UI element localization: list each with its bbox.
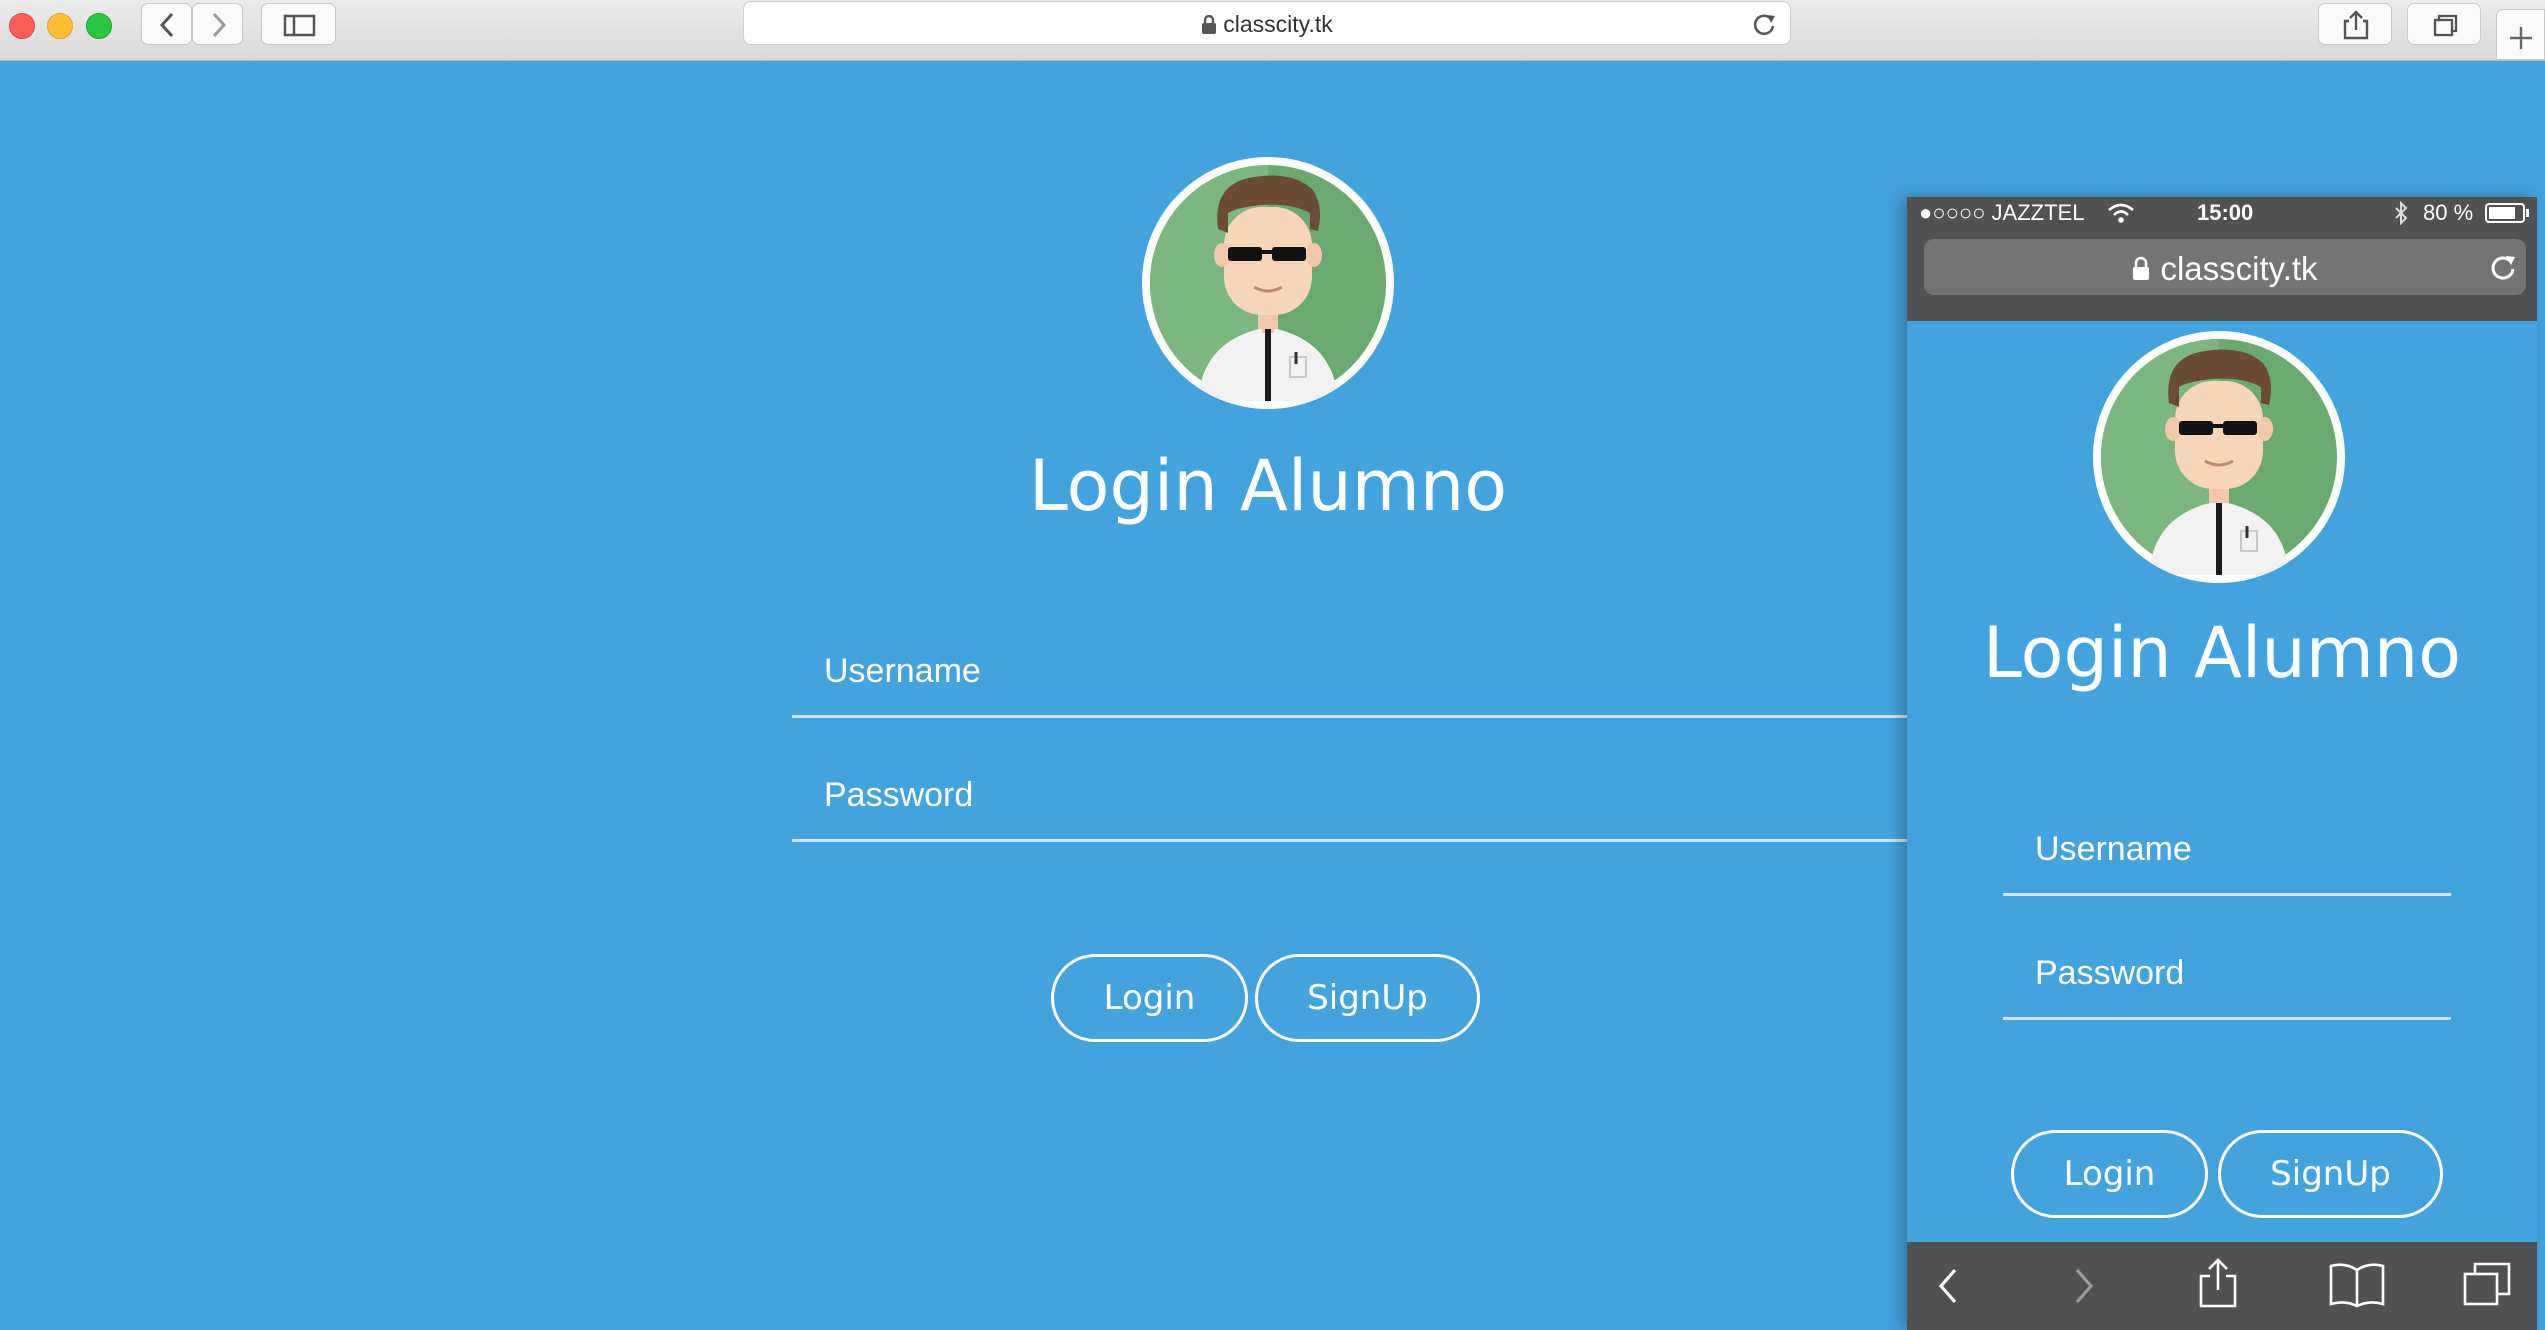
password-input[interactable]: Password bbox=[792, 748, 1942, 842]
phone-forward-icon[interactable] bbox=[2063, 1264, 2103, 1308]
tabs-icon bbox=[2433, 14, 2458, 37]
student-avatar-icon bbox=[1150, 165, 1386, 401]
phone-share-icon[interactable] bbox=[2195, 1256, 2241, 1310]
address-bar[interactable]: classcity.tk bbox=[743, 1, 1791, 45]
phone-tabs-icon[interactable] bbox=[2461, 1258, 2517, 1310]
share-icon bbox=[2343, 10, 2369, 40]
phone-back-icon[interactable] bbox=[1929, 1264, 1969, 1308]
show-tabs-button[interactable] bbox=[2407, 3, 2481, 45]
phone-password-input[interactable]: Password bbox=[2003, 926, 2451, 1020]
sidebar-icon bbox=[283, 14, 316, 37]
student-avatar bbox=[1142, 157, 1394, 409]
status-time: 15:00 bbox=[2197, 200, 2254, 225]
phone-username-input[interactable]: Username bbox=[2003, 802, 2451, 896]
battery-icon bbox=[2485, 203, 2529, 223]
username-input[interactable]: Username bbox=[792, 624, 1942, 718]
browser-toolbar: classcity.tk bbox=[0, 0, 2545, 61]
forward-icon bbox=[212, 12, 227, 38]
phone-address-area: classcity.tk bbox=[1907, 229, 2537, 321]
phone-reload-icon[interactable] bbox=[2487, 251, 2519, 283]
lock-icon bbox=[1202, 14, 1217, 34]
close-window-button[interactable] bbox=[9, 13, 35, 39]
reload-icon[interactable] bbox=[1750, 10, 1778, 38]
back-icon bbox=[159, 12, 174, 38]
wifi-icon bbox=[2108, 203, 2134, 223]
phone-status-bar: ●○○○○ JAZZTEL 15:00 80 % bbox=[1907, 197, 2537, 229]
phone-login-button[interactable]: Login bbox=[2011, 1130, 2208, 1218]
mobile-preview: ●○○○○ JAZZTEL 15:00 80 % classcity.tk Lo… bbox=[1907, 197, 2537, 1330]
signup-button[interactable]: SignUp bbox=[1255, 954, 1480, 1042]
new-tab-icon bbox=[2510, 27, 2532, 49]
battery-percent: 80 % bbox=[2423, 200, 2474, 225]
phone-bookmarks-icon[interactable] bbox=[2327, 1260, 2387, 1308]
phone-page-title: Login Alumno bbox=[1982, 612, 2462, 694]
new-tab-button[interactable] bbox=[2496, 9, 2545, 60]
bluetooth-icon bbox=[2395, 201, 2408, 225]
zoom-window-button[interactable] bbox=[86, 13, 112, 39]
share-button[interactable] bbox=[2318, 3, 2392, 45]
phone-url-display: classcity.tk bbox=[1924, 250, 2526, 288]
username-placeholder: Username bbox=[824, 652, 981, 690]
phone-username-placeholder: Username bbox=[2035, 830, 2192, 868]
phone-student-avatar-icon bbox=[2101, 339, 2337, 575]
forward-button[interactable] bbox=[192, 3, 243, 45]
page-title: Login Alumno bbox=[1028, 445, 1508, 527]
url-text: classcity.tk bbox=[1223, 11, 1333, 37]
phone-lock-icon bbox=[2133, 256, 2150, 280]
url-display: classcity.tk bbox=[744, 11, 1790, 38]
carrier-label: ●○○○○ JAZZTEL bbox=[1919, 200, 2085, 225]
phone-student-avatar bbox=[2093, 331, 2345, 583]
phone-url-text: classcity.tk bbox=[2160, 250, 2318, 287]
minimize-window-button[interactable] bbox=[47, 13, 73, 39]
login-button[interactable]: Login bbox=[1051, 954, 1248, 1042]
phone-toolbar bbox=[1907, 1242, 2537, 1330]
sidebar-button[interactable] bbox=[261, 3, 336, 45]
password-placeholder: Password bbox=[824, 776, 974, 814]
phone-password-placeholder: Password bbox=[2035, 954, 2185, 992]
back-button[interactable] bbox=[141, 3, 192, 45]
phone-signup-button[interactable]: SignUp bbox=[2218, 1130, 2443, 1218]
phone-address-bar[interactable]: classcity.tk bbox=[1924, 239, 2526, 295]
